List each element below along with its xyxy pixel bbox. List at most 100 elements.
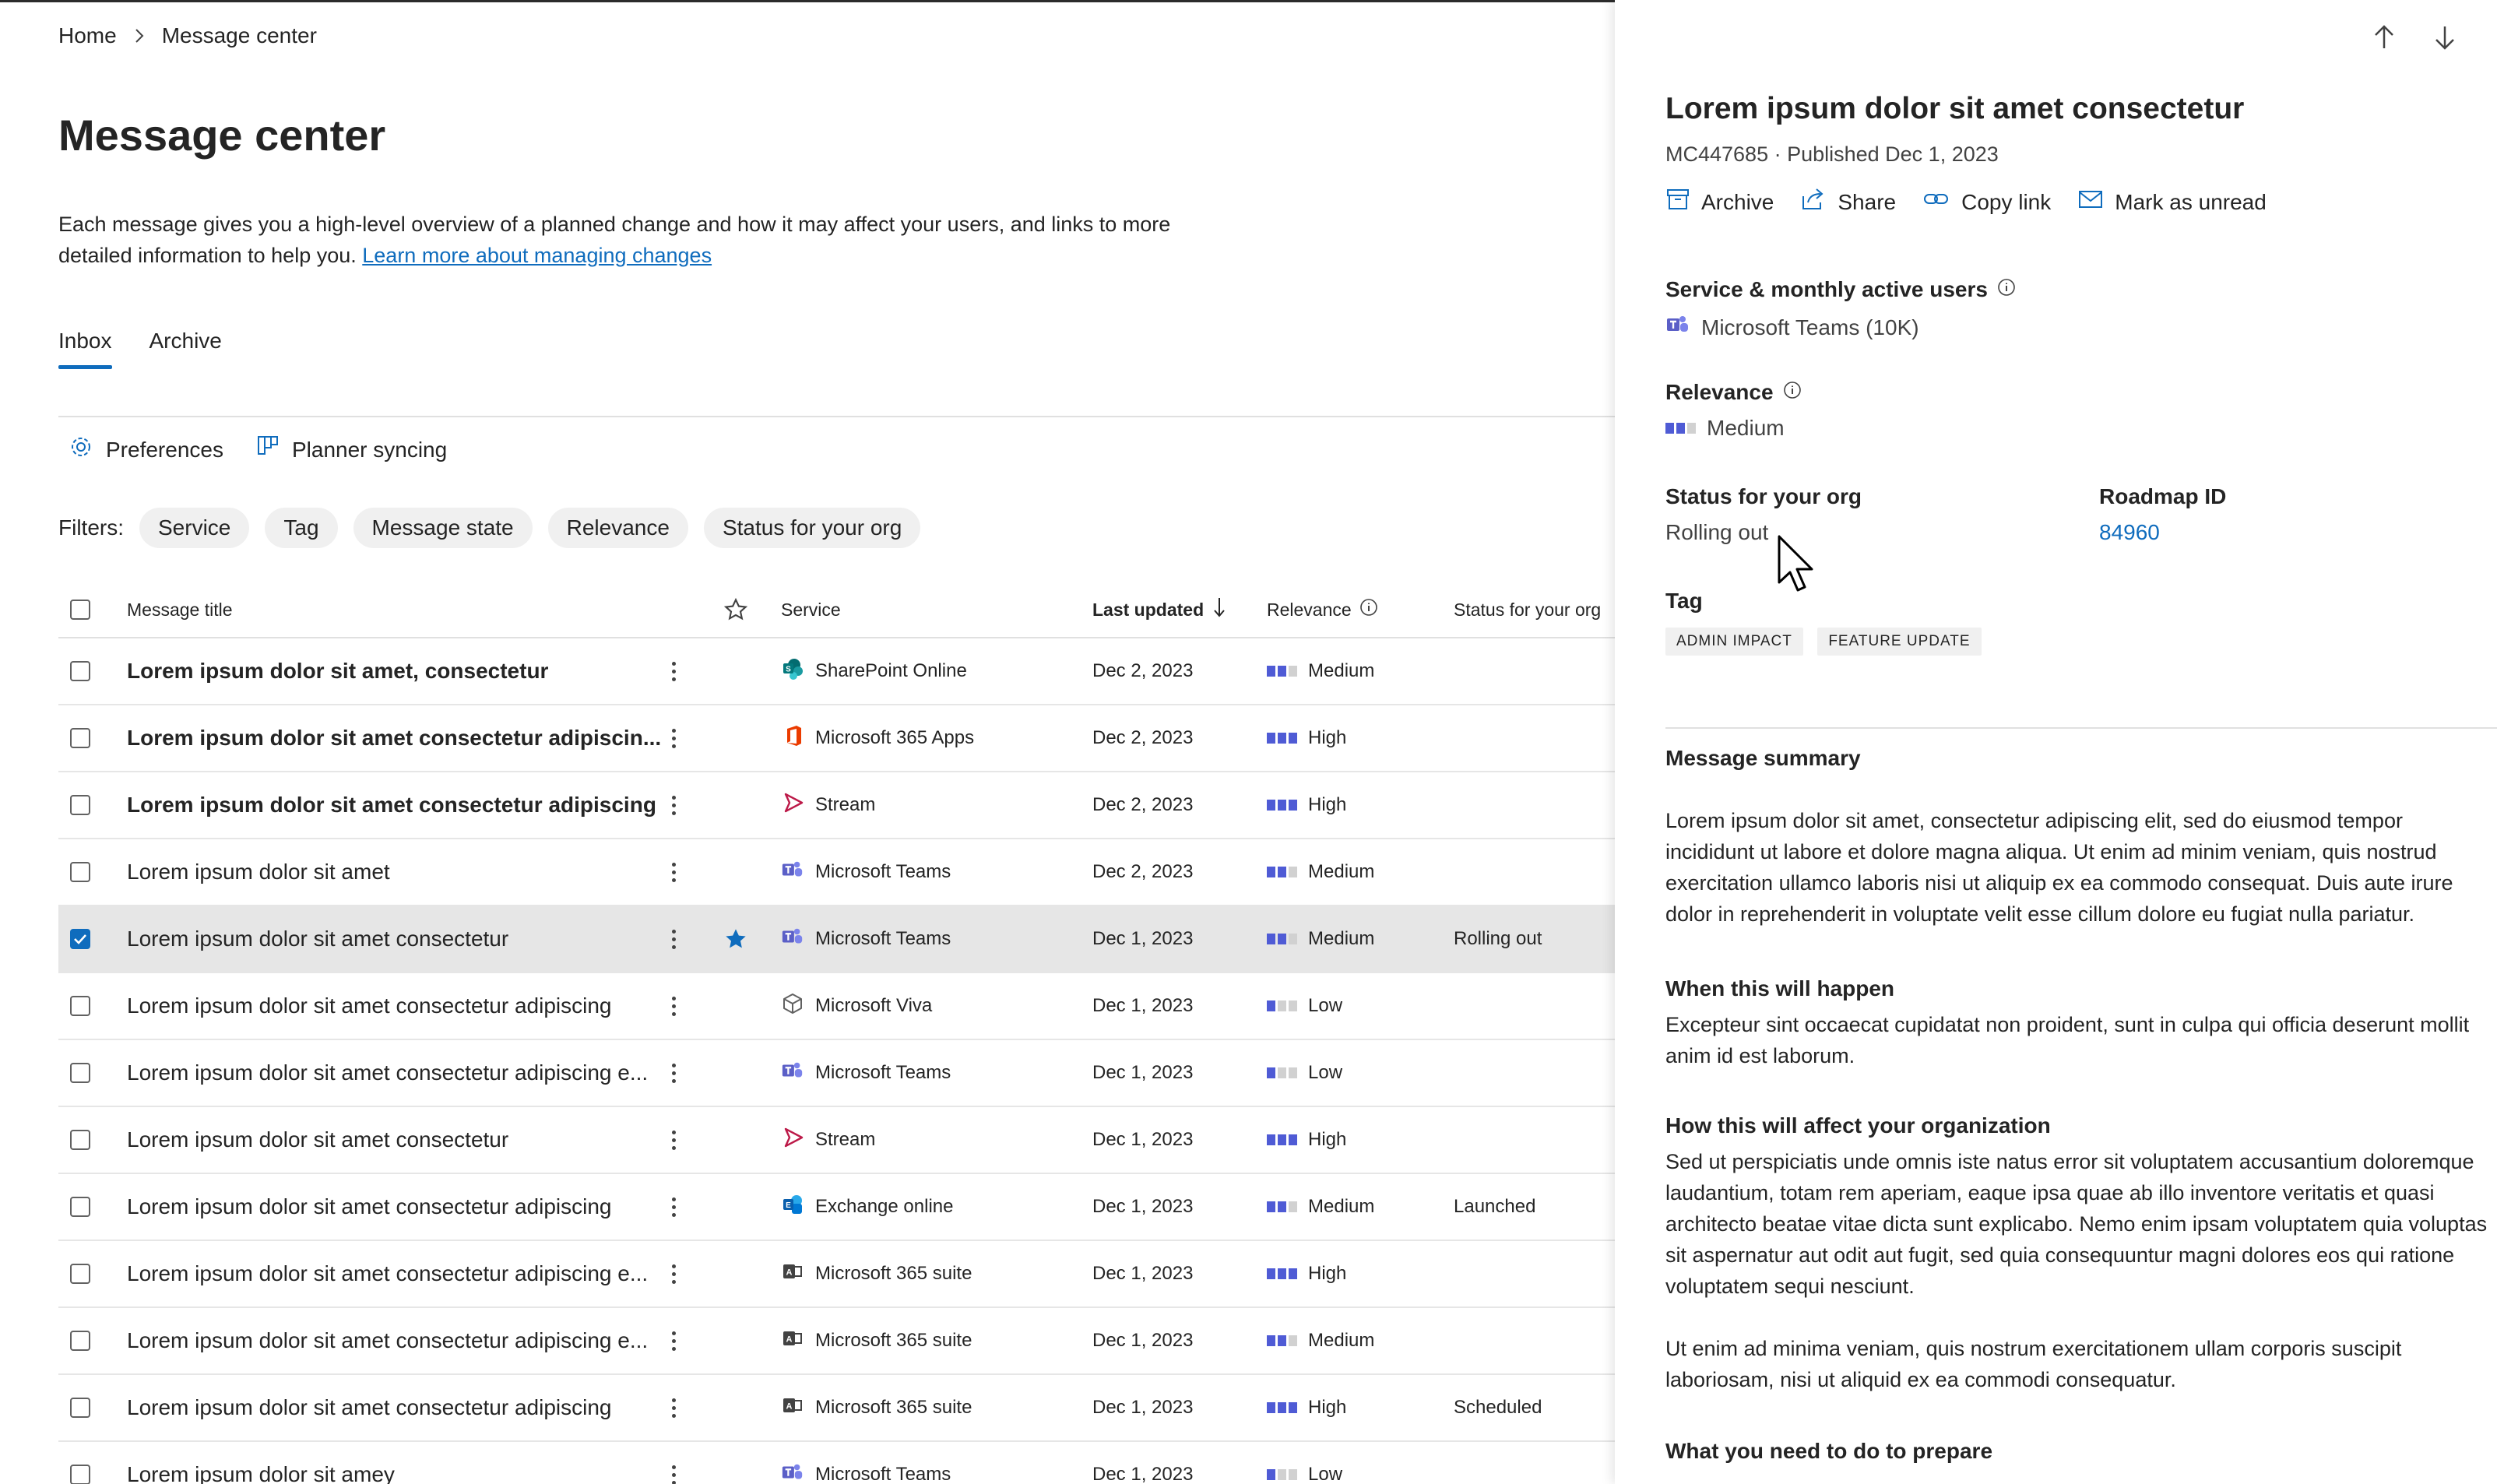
row-title[interactable]: Lorem ipsum dolor sit amet consectetur a… [127, 1174, 612, 1240]
table-row[interactable]: Lorem ipsum dolor sit amet consectetur a… [58, 705, 1615, 772]
row-service-label: Microsoft 365 Apps [815, 727, 975, 748]
relevance-meter [1665, 423, 1696, 434]
tabs-divider [58, 416, 1615, 417]
row-title[interactable]: Lorem ipsum dolor sit amet consectetur a… [127, 973, 612, 1039]
row-title[interactable]: Lorem ipsum dolor sit amet consectetur a… [127, 1241, 648, 1306]
more-options-icon[interactable] [672, 1375, 676, 1440]
relevance-bar [1278, 666, 1286, 677]
header-title[interactable]: Message title [127, 582, 233, 637]
service-heading-text: Service & monthly active users [1665, 277, 1988, 301]
row-checkbox[interactable] [70, 772, 90, 838]
table-row[interactable]: Lorem ipsum dolor sit amet, consectetur S… [58, 638, 1615, 705]
more-options-icon[interactable] [672, 906, 676, 972]
row-checkbox[interactable] [70, 1040, 90, 1106]
tag-admin-impact: ADMIN IMPACT [1665, 628, 1803, 656]
viva-icon [781, 992, 804, 1021]
row-date: Dec 1, 2023 [1092, 1263, 1194, 1284]
close-icon[interactable] [2492, 23, 2497, 55]
table-row[interactable]: Lorem ipsum dolor sit amet consectetur a… [58, 772, 1615, 839]
row-checkbox[interactable] [70, 638, 90, 704]
row-checkbox[interactable] [70, 1241, 90, 1306]
row-relevance: High [1267, 705, 1346, 771]
row-checkbox[interactable] [70, 973, 90, 1039]
relevance-meter [1267, 867, 1297, 877]
row-checkbox[interactable] [70, 1174, 90, 1240]
row-title[interactable]: Lorem ipsum dolor sit amet, consectetur [127, 638, 548, 704]
row-title[interactable]: Lorem ipsum dolor sit amet consectetur a… [127, 1375, 612, 1440]
row-relevance-label: Medium [1308, 928, 1375, 949]
row-relevance-label: High [1308, 727, 1347, 748]
row-checkbox[interactable] [70, 906, 90, 972]
row-checkbox[interactable] [70, 705, 90, 771]
relevance-section: Relevance Medium [1665, 380, 1802, 441]
table-row[interactable]: Lorem ipsum dolor sit amet consectetur a… [58, 1308, 1615, 1375]
filter-chip-status[interactable]: Status for your org [703, 508, 921, 548]
row-relevance-label: Low [1308, 995, 1343, 1016]
row-title[interactable]: Lorem ipsum dolor sit amet consectetur [127, 906, 508, 972]
more-options-icon[interactable] [672, 1308, 676, 1373]
row-title[interactable]: Lorem ipsum dolor sit amet consectetur a… [127, 1308, 648, 1373]
table-row[interactable]: Lorem ipsum dolor sit amet consectetur a… [58, 1241, 1615, 1308]
more-options-icon[interactable] [672, 1241, 676, 1306]
relevance-meter [1267, 1335, 1297, 1346]
info-icon[interactable] [1997, 277, 2016, 302]
row-service-label: Microsoft 365 suite [815, 1397, 972, 1418]
info-icon[interactable] [1359, 598, 1378, 621]
star-filled-icon[interactable] [723, 906, 748, 972]
share-button[interactable]: Share [1800, 187, 1896, 217]
mark-unread-button[interactable]: Mark as unread [2077, 187, 2267, 217]
row-title[interactable]: Lorem ipsum dolor sit amet consectetur [127, 1107, 508, 1173]
row-checkbox[interactable] [70, 1107, 90, 1173]
select-all-checkbox[interactable] [70, 582, 90, 637]
filter-chip-service[interactable]: Service [139, 508, 250, 548]
roadmap-link[interactable]: 84960 [2099, 520, 2226, 545]
more-options-icon[interactable] [672, 839, 676, 905]
table-row[interactable]: Lorem ipsum dolor sit amet consectetur a… [58, 1375, 1615, 1442]
breadcrumb-home[interactable]: Home [58, 23, 117, 48]
more-options-icon[interactable] [672, 1442, 676, 1484]
more-options-icon[interactable] [672, 1040, 676, 1106]
arrow-down-icon[interactable] [2431, 23, 2459, 55]
preferences-button[interactable]: Preferences [69, 434, 223, 465]
table-row[interactable]: Lorem ipsum dolor sit amet consectetur St… [58, 1107, 1615, 1174]
tab-archive[interactable]: Archive [149, 329, 222, 369]
header-last-updated[interactable]: Last updated [1092, 582, 1226, 637]
tab-inbox[interactable]: Inbox [58, 329, 112, 369]
table-row[interactable]: Lorem ipsum dolor sit amet consectetur a… [58, 1174, 1615, 1241]
learn-more-link[interactable]: Learn more about managing changes [362, 244, 712, 267]
row-title[interactable]: Lorem ipsum dolor sit amey [127, 1442, 395, 1484]
row-relevance: Medium [1267, 906, 1374, 972]
header-service[interactable]: Service [781, 582, 841, 637]
filter-chip-tag[interactable]: Tag [265, 508, 338, 548]
table-row[interactable]: Lorem ipsum dolor sit amet consectetur a… [58, 1040, 1615, 1107]
more-options-icon[interactable] [672, 772, 676, 838]
more-options-icon[interactable] [672, 973, 676, 1039]
info-icon[interactable] [1783, 380, 1802, 405]
more-options-icon[interactable] [672, 705, 676, 771]
table-row[interactable]: Lorem ipsum dolor sit amey Microsoft Team… [58, 1442, 1615, 1484]
main-content: Home Message center Message center Each … [0, 0, 1615, 1484]
more-options-icon[interactable] [672, 1107, 676, 1173]
header-relevance[interactable]: Relevance [1267, 582, 1378, 637]
row-title[interactable]: Lorem ipsum dolor sit amet [127, 839, 390, 905]
filter-chip-relevance[interactable]: Relevance [547, 508, 688, 548]
table-row[interactable]: Lorem ipsum dolor sit amet Microsoft Team… [58, 839, 1615, 906]
table-row[interactable]: Lorem ipsum dolor sit amet consectetur Mi… [58, 906, 1615, 973]
row-title[interactable]: Lorem ipsum dolor sit amet consectetur a… [127, 705, 661, 771]
row-checkbox[interactable] [70, 1375, 90, 1440]
more-options-icon[interactable] [672, 1174, 676, 1240]
row-checkbox[interactable] [70, 1308, 90, 1373]
row-checkbox[interactable] [70, 839, 90, 905]
planner-syncing-button[interactable]: Planner syncing [256, 434, 447, 465]
more-options-icon[interactable] [672, 638, 676, 704]
filter-chip-message-state[interactable]: Message state [353, 508, 533, 548]
header-status[interactable]: Status for your org [1454, 582, 1601, 637]
relevance-bar [1267, 1000, 1275, 1011]
row-title[interactable]: Lorem ipsum dolor sit amet consectetur a… [127, 1040, 648, 1106]
table-row[interactable]: Lorem ipsum dolor sit amet consectetur a… [58, 973, 1615, 1040]
row-title[interactable]: Lorem ipsum dolor sit amet consectetur a… [127, 772, 656, 838]
row-checkbox[interactable] [70, 1442, 90, 1484]
copy-link-button[interactable]: Copy link [1922, 187, 2051, 217]
archive-button[interactable]: Archive [1665, 187, 1774, 217]
arrow-up-icon[interactable] [2370, 23, 2398, 55]
